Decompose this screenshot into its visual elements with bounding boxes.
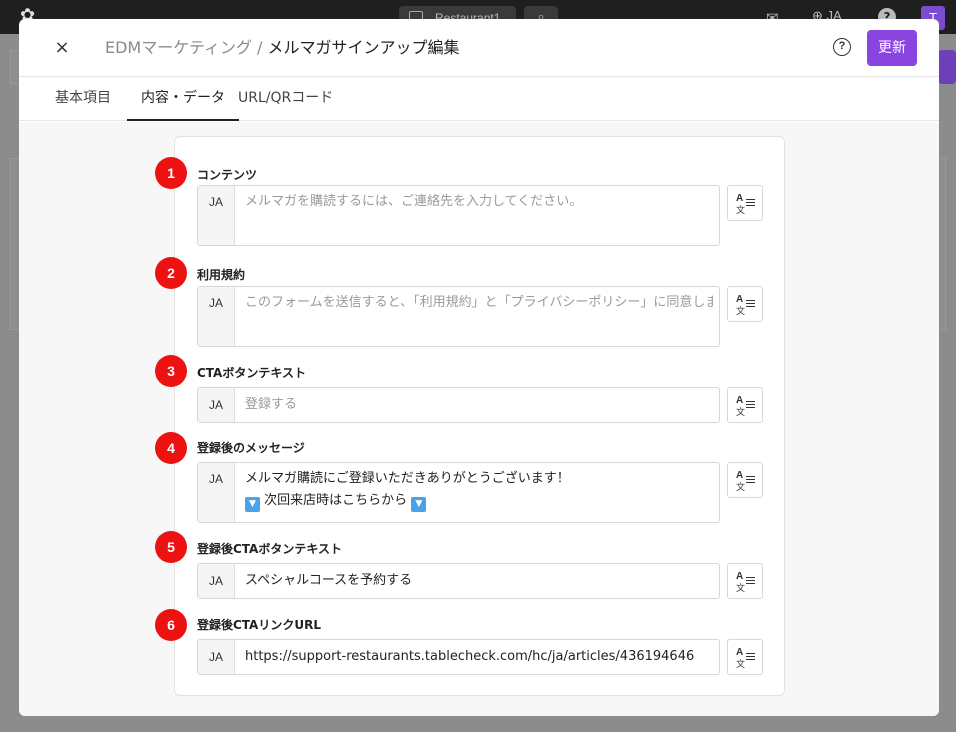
down-arrow-icon: ▼ xyxy=(245,497,260,512)
input-value: https://support-restaurants.tablecheck.c… xyxy=(245,649,695,664)
translate-button[interactable]: A 文 xyxy=(727,462,763,498)
field-label: 登録後CTAボタンテキスト xyxy=(197,542,342,556)
textarea-value: メルマガを購読するには、ご連絡先を入力してください。 xyxy=(245,194,583,209)
step-badge: 6 xyxy=(155,609,187,641)
field-label: コンテンツ xyxy=(197,168,258,182)
tab-basic[interactable]: 基本項目 xyxy=(55,77,111,121)
content-area: 1 コンテンツ JA メルマガを購読するには、ご連絡先を入力してください。 A … xyxy=(19,122,939,716)
translate-button[interactable]: A 文 xyxy=(727,387,763,423)
tab-url-qr[interactable]: URL/QRコード xyxy=(238,77,333,121)
lang-tag: JA xyxy=(198,186,235,245)
edit-modal: × EDMマーケティング / メルマガサインアップ編集 ? 更新 基本項目 内容… xyxy=(19,19,939,716)
textarea-value: このフォームを送信すると、「利用規約」と「プライバシーポリシー」に同意します。 xyxy=(245,295,713,310)
message-textarea[interactable]: JA メルマガ購読にご登録いただきありがとうございます！ ▼ 次回来店時はこちら… xyxy=(197,462,720,523)
lang-tag: JA xyxy=(198,388,235,422)
message-line-1: メルマガ購読にご登録いただきありがとうございます！ xyxy=(245,471,570,486)
lang-tag: JA xyxy=(198,640,235,674)
message-line-2: ▼ 次回来店時はこちらから ▼ xyxy=(245,490,713,512)
field-label: 利用規約 xyxy=(197,268,246,282)
cta-text-input[interactable]: JA 登録する xyxy=(197,387,720,423)
field-label: 登録後のメッセージ xyxy=(197,441,305,455)
update-button[interactable]: 更新 xyxy=(867,30,917,66)
lang-tag: JA xyxy=(198,564,235,598)
input-value: 登録する xyxy=(245,397,298,412)
lang-tag: JA xyxy=(198,287,235,346)
terms-textarea[interactable]: JA このフォームを送信すると、「利用規約」と「プライバシーポリシー」に同意しま… xyxy=(197,286,720,347)
page-title: メルマガサインアップ編集 xyxy=(267,38,460,57)
translate-button[interactable]: A 文 xyxy=(727,639,763,675)
step-badge: 4 xyxy=(155,432,187,464)
close-button[interactable]: × xyxy=(51,37,73,59)
step-badge: 2 xyxy=(155,257,187,289)
translate-button[interactable]: A 文 xyxy=(727,185,763,221)
step-badge: 3 xyxy=(155,355,187,387)
modal-title: EDMマーケティング / メルマガサインアップ編集 xyxy=(105,37,460,59)
lang-tag: JA xyxy=(198,463,235,522)
help-button[interactable]: ? xyxy=(833,38,851,56)
translate-button[interactable]: A 文 xyxy=(727,563,763,599)
field-label: CTAボタンテキスト xyxy=(197,366,306,380)
field-label: 登録後CTAリンクURL xyxy=(197,618,321,632)
down-arrow-icon: ▼ xyxy=(411,497,427,512)
form-card: 1 コンテンツ JA メルマガを購読するには、ご連絡先を入力してください。 A … xyxy=(155,136,785,696)
content-textarea[interactable]: JA メルマガを購読するには、ご連絡先を入力してください。 xyxy=(197,185,720,246)
background-button xyxy=(938,50,956,84)
translate-button[interactable]: A 文 xyxy=(727,286,763,322)
breadcrumb[interactable]: EDMマーケティング / xyxy=(105,38,262,57)
tab-bar: 基本項目 内容・データ URL/QRコード xyxy=(19,77,939,121)
post-cta-text-input[interactable]: JA スペシャルコースを予約する xyxy=(197,563,720,599)
step-badge: 5 xyxy=(155,531,187,563)
input-value: スペシャルコースを予約する xyxy=(245,573,413,588)
tab-content-data[interactable]: 内容・データ xyxy=(127,77,239,121)
modal-header: × EDMマーケティング / メルマガサインアップ編集 ? 更新 xyxy=(19,19,939,77)
post-cta-url-input[interactable]: JA https://support-restaurants.tablechec… xyxy=(197,639,720,675)
step-badge: 1 xyxy=(155,157,187,189)
